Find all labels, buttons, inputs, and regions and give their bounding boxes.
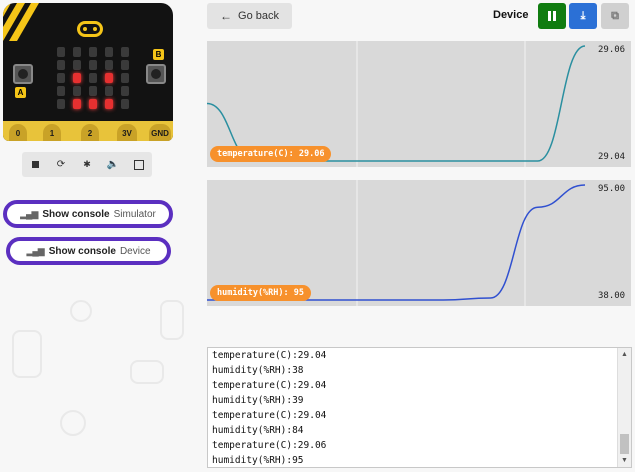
button-a-label: A [15, 87, 26, 98]
console-scrollbar[interactable]: ▲ ▼ [617, 348, 631, 467]
copy-icon: ⧉ [611, 9, 619, 22]
led-off [57, 47, 65, 57]
pin-2[interactable]: 2 [81, 124, 99, 141]
led-off [121, 99, 129, 109]
fullscreen-button[interactable] [126, 152, 152, 177]
stop-button[interactable] [22, 152, 48, 177]
go-back-button[interactable]: ← Go back [207, 3, 292, 29]
button-b[interactable] [146, 64, 166, 84]
background-doodle [12, 330, 42, 378]
button-a[interactable] [13, 64, 33, 84]
scroll-thumb[interactable] [620, 434, 629, 454]
restart-icon: ⟳ [56, 159, 66, 170]
console-target-label: Device [119, 245, 151, 257]
mute-icon: 🔈 [106, 159, 120, 170]
chart-max-label: 29.06 [598, 45, 626, 55]
go-back-label: Go back [238, 10, 279, 22]
mute-button[interactable]: 🔈 [100, 152, 126, 177]
led-off [105, 86, 113, 96]
serial-console[interactable]: temperature(C):29.04 humidity(%RH):38 temp… [207, 347, 632, 468]
temperature-chart: 29.06 29.04 temperature(C): 29.06 [207, 41, 631, 167]
led-on [73, 73, 81, 83]
led-off [89, 73, 97, 83]
led-off [89, 60, 97, 70]
show-console-device-button[interactable]: ▂▄▆ Show console Device [6, 237, 171, 265]
pause-button[interactable] [538, 3, 566, 29]
show-console-label: Show console [48, 245, 116, 257]
series-current-value: humidity(%RH): 95 [210, 285, 311, 301]
device-label: Device [493, 9, 529, 21]
chart-icon: ▂▄▆ [20, 208, 38, 219]
pin-3v[interactable]: 3V [117, 124, 137, 141]
led-on [89, 99, 97, 109]
led-on [73, 99, 81, 109]
console-line: humidity(%RH):39 [212, 395, 304, 406]
console-line: humidity(%RH):84 [212, 425, 304, 436]
chart-min-label: 29.04 [598, 152, 626, 162]
led-off [57, 73, 65, 83]
led-off [73, 47, 81, 57]
chart-icon: ▂▄▆ [26, 245, 44, 256]
console-line: temperature(C):29.04 [212, 380, 327, 391]
board-stripes [3, 3, 39, 41]
chart-min-label: 38.00 [598, 291, 626, 301]
microbit-logo [77, 21, 103, 37]
led-off [121, 73, 129, 83]
console-line: humidity(%RH):95 [212, 455, 304, 466]
simulator-toolbar: ⟳ ✱ 🔈 [22, 152, 152, 177]
led-off [121, 47, 129, 57]
led-off [105, 47, 113, 57]
button-b-label: B [153, 49, 164, 60]
console-output: temperature(C):29.04 humidity(%RH):38 temp… [208, 348, 631, 467]
led-off [57, 86, 65, 96]
pin-0[interactable]: 0 [9, 124, 27, 141]
led-off [89, 86, 97, 96]
led-matrix [55, 47, 135, 111]
console-line: temperature(C):29.04 [212, 410, 327, 421]
led-off [105, 60, 113, 70]
arrow-left-icon: ← [220, 9, 233, 23]
fullscreen-icon [134, 159, 144, 170]
debug-button[interactable]: ✱ [74, 152, 100, 177]
led-off [73, 86, 81, 96]
show-console-label: Show console [42, 208, 110, 220]
pin-1[interactable]: 1 [43, 124, 61, 141]
copy-button[interactable]: ⧉ [601, 3, 629, 29]
background-doodle [130, 360, 164, 384]
restart-button[interactable]: ⟳ [48, 152, 74, 177]
microbit-simulator[interactable]: A B 0 1 2 3V GND [3, 3, 173, 141]
pin-gnd[interactable]: GND [149, 124, 171, 141]
download-button[interactable]: ⤓ [569, 3, 597, 29]
download-icon: ⤓ [580, 9, 586, 22]
chart-max-label: 95.00 [598, 184, 626, 194]
led-off [121, 86, 129, 96]
background-doodle [160, 300, 184, 340]
series-current-value: temperature(C): 29.06 [210, 146, 332, 162]
led-off [57, 60, 65, 70]
background-doodle [70, 300, 92, 322]
debug-icon: ✱ [83, 159, 91, 169]
show-console-simulator-button[interactable]: ▂▄▆ Show console Simulator [3, 200, 173, 228]
scroll-down-icon[interactable]: ▼ [620, 456, 629, 465]
background-doodle [60, 410, 86, 436]
console-line: temperature(C):29.04 [212, 350, 327, 361]
humidity-chart: 95.00 38.00 humidity(%RH): 95 [207, 180, 631, 306]
led-on [105, 73, 113, 83]
led-on [105, 99, 113, 109]
console-line: temperature(C):29.06 [212, 440, 327, 451]
scroll-up-icon[interactable]: ▲ [620, 350, 629, 359]
console-target-label: Simulator [113, 208, 156, 220]
led-off [89, 47, 97, 57]
series-line [207, 45, 586, 162]
led-off [121, 60, 129, 70]
series-line [207, 184, 586, 301]
console-line: humidity(%RH):38 [212, 365, 304, 376]
led-off [57, 99, 65, 109]
pause-icon [548, 11, 556, 21]
stop-icon [31, 161, 39, 168]
led-off [73, 60, 81, 70]
